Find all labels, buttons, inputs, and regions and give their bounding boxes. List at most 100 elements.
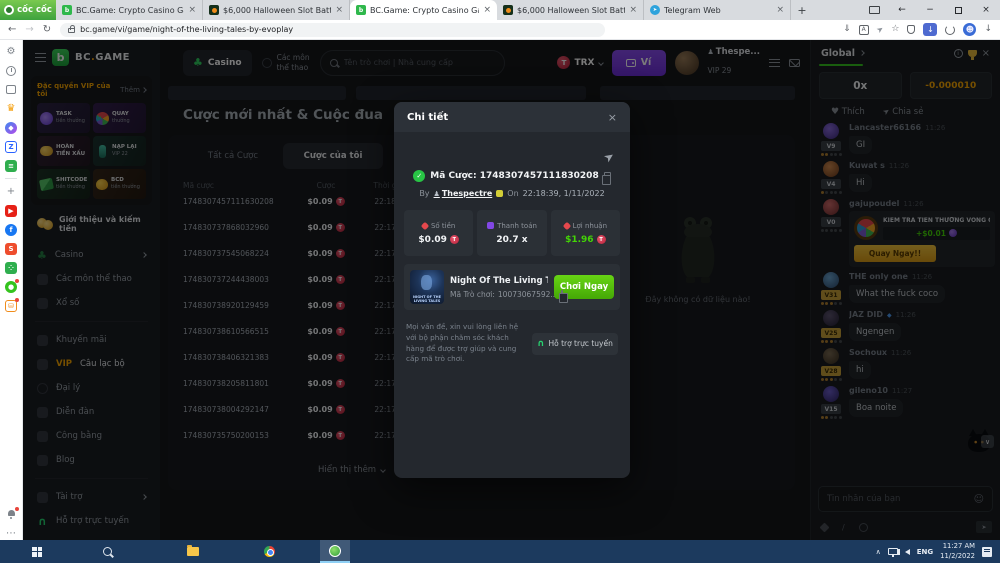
new-tab-button[interactable]: + — [791, 0, 813, 20]
browser-url-bar: ← → ↻ bc.game/vi/game/night-of-the-livin… — [0, 20, 1000, 40]
maximize-button[interactable] — [944, 0, 972, 20]
tab-title: $6,000 Halloween Slot Battl — [517, 6, 625, 15]
close-button[interactable]: × — [972, 0, 1000, 20]
bookmark-star-icon[interactable]: ☆ — [891, 25, 899, 34]
window-controls: ← − × — [860, 0, 1000, 20]
adblock-shield-icon[interactable] — [907, 25, 915, 34]
start-button[interactable] — [22, 540, 52, 563]
coccoc-menu-button[interactable]: cốc cốc — [0, 0, 56, 20]
halloween-favicon-icon — [503, 5, 513, 15]
action-center-icon[interactable] — [982, 547, 992, 557]
shopee-icon[interactable]: S — [5, 242, 18, 255]
bcgame-favicon-icon: b — [62, 5, 72, 15]
reload-icon[interactable]: ↻ — [43, 25, 51, 35]
hidden-icons-chevron[interactable]: ∧ — [876, 548, 881, 556]
share-icon[interactable]: ➤ — [875, 24, 885, 34]
amount-icon — [421, 221, 429, 229]
save-page-icon[interactable]: ⇓ — [843, 25, 851, 34]
tab-title: $6,000 Halloween Slot Battl — [223, 6, 331, 15]
coccoc-taskbar-icon[interactable] — [320, 540, 350, 563]
extension-icon[interactable] — [945, 25, 955, 35]
modal-header: Chi tiết × — [394, 102, 630, 132]
youtube-icon[interactable]: ▶ — [5, 204, 18, 217]
coccoc-side-rail: ⚙ ♛ ◆ Z ≡ + ▶ f S ⁘ ● ⛁ ⋯ — [0, 40, 23, 540]
forward-icon[interactable]: → — [25, 25, 33, 35]
url-text[interactable]: bc.game/vi/game/night-of-the-living-tale… — [80, 25, 293, 34]
tab-close-icon[interactable]: × — [776, 5, 784, 15]
game-thumbnail[interactable]: NIGHT OF THE LIVING TALES — [410, 270, 444, 304]
screen: cốc cốc b BC.Game: Crypto Casino Gan × $… — [0, 0, 1000, 563]
notification-bell-icon[interactable] — [5, 508, 18, 521]
modal-title: Chi tiết — [407, 112, 448, 123]
verified-check-icon: ✓ — [413, 170, 425, 182]
taskbar-clock[interactable]: 11:27 AM11/2/2022 — [940, 542, 975, 560]
live-support-button[interactable]: ∩ Hỗ trợ trực tuyến — [532, 333, 618, 355]
browser-action-icons: ⇓ A ➤ ☆ ↓ ☻ ↓ — [843, 23, 992, 36]
feed-icon[interactable] — [5, 83, 18, 96]
payout-icon — [487, 222, 494, 229]
modal-close-icon[interactable]: × — [608, 111, 617, 124]
tab-close-icon[interactable]: × — [188, 5, 196, 15]
windows-taskbar: ∧ ENG 11:27 AM11/2/2022 — [0, 540, 1000, 563]
messenger-icon[interactable]: ◆ — [5, 121, 18, 134]
cart-icon[interactable]: ⛁ — [5, 299, 18, 312]
bet-id-row: ✓ Mã Cược: 1748307457111830208 — [394, 170, 630, 182]
copy-icon[interactable] — [604, 172, 611, 180]
bcgame-page: b BC.GAME Đặc quyền VIP của tôi Thêm TAS… — [23, 40, 1000, 540]
profile-avatar-icon[interactable]: ☻ — [963, 23, 976, 36]
more-icon[interactable]: ⋯ — [5, 527, 18, 540]
browser-tab-5[interactable]: ➤ Telegram Web × — [644, 0, 791, 20]
browser-tab-3-active[interactable]: b BC.Game: Crypto Casino Gan × — [350, 0, 497, 20]
stat-payout: Thanh toán 20.7 x — [477, 210, 546, 256]
file-explorer-icon[interactable] — [178, 540, 208, 563]
green-chat-icon[interactable]: ● — [5, 280, 18, 293]
cast-icon[interactable] — [860, 0, 888, 20]
panel-toggle-icon[interactable]: ← — [888, 0, 916, 20]
games-icon[interactable]: ≡ — [5, 159, 18, 172]
zalo-icon[interactable]: Z — [5, 140, 18, 153]
tab-title: BC.Game: Crypto Casino Gan — [76, 6, 184, 15]
trx-coin-icon: T — [450, 235, 459, 244]
speaker-icon[interactable] — [905, 549, 910, 555]
browser-tab-4[interactable]: $6,000 Halloween Slot Battl × — [497, 0, 644, 20]
chrome-icon[interactable] — [254, 540, 284, 563]
share-bet-icon[interactable]: ➤ — [601, 148, 617, 165]
rail-divider — [5, 178, 17, 179]
add-icon[interactable]: + — [5, 185, 18, 198]
tab-close-icon[interactable]: × — [483, 5, 491, 15]
taskbar-search-icon[interactable] — [92, 540, 122, 563]
headset-icon: ∩ — [537, 339, 544, 349]
trx-coin-icon: T — [597, 235, 606, 244]
back-icon[interactable]: ← — [8, 25, 16, 35]
copy-icon[interactable] — [561, 290, 563, 298]
stat-profit: Lợi nhuận $1.96T — [551, 210, 620, 256]
download-manager-icon[interactable]: ↓ — [923, 23, 937, 36]
settings-gear-icon[interactable]: ⚙ — [5, 45, 18, 58]
address-bar[interactable]: bc.game/vi/game/night-of-the-living-tale… — [60, 23, 605, 37]
lock-icon — [68, 28, 75, 33]
coccoc-logo-icon — [4, 5, 14, 15]
browser-tab-2[interactable]: $6,000 Halloween Slot Battl × — [203, 0, 350, 20]
browser-tab-1[interactable]: b BC.Game: Crypto Casino Gan × — [56, 0, 203, 20]
facebook-icon[interactable]: f — [5, 223, 18, 236]
crown-icon[interactable]: ♛ — [5, 102, 18, 115]
profit-icon — [562, 221, 570, 229]
game-card: NIGHT OF THE LIVING TALES Night Of The L… — [404, 264, 620, 310]
tab-close-icon[interactable]: × — [629, 5, 637, 15]
bet-stats: Số tiền $0.09T Thanh toán 20.7 x Lợi nhu… — [404, 210, 620, 256]
stat-amount: Số tiền $0.09T — [404, 210, 473, 256]
tab-close-icon[interactable]: × — [335, 5, 343, 15]
translate-icon[interactable]: A — [859, 25, 869, 35]
downloads-icon[interactable]: ↓ — [984, 25, 992, 34]
bcgame-favicon-icon: b — [356, 5, 366, 15]
lemon-badge-icon — [496, 190, 503, 197]
support-note: Mọi vấn đề, xin vui lòng liên hệ với bộ … — [406, 322, 524, 365]
game-title: Night Of The Living Tales — [450, 276, 548, 286]
player-link[interactable]: ♟Thespectre — [434, 189, 493, 198]
language-indicator[interactable]: ENG — [917, 548, 933, 556]
minimize-button[interactable]: − — [916, 0, 944, 20]
tab-title: Telegram Web — [664, 6, 772, 15]
history-icon[interactable] — [5, 64, 18, 77]
garden-icon[interactable]: ⁘ — [5, 261, 18, 274]
bet-details-modal: Chi tiết × ➤ ✓ Mã Cược: 1748307457111830… — [394, 102, 630, 478]
